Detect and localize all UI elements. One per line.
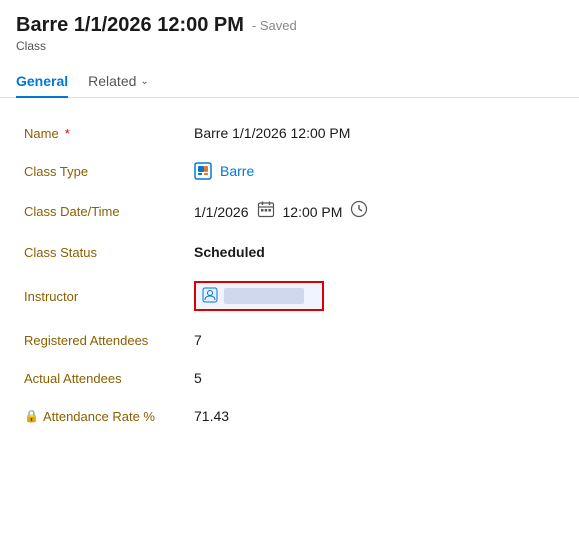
registered-attendees-row: Registered Attendees 7 [24, 321, 555, 359]
lock-icon: 🔒 [24, 409, 39, 423]
tab-general[interactable]: General [16, 65, 68, 97]
name-text: Barre 1/1/2026 12:00 PM [194, 125, 350, 141]
class-status-label: Class Status [24, 245, 194, 260]
tab-related[interactable]: Related ⌄ [88, 65, 149, 97]
page-title: Barre 1/1/2026 12:00 PM - Saved [16, 14, 563, 37]
class-status-row: Class Status Scheduled [24, 233, 555, 271]
name-label: Name * [24, 126, 194, 141]
chevron-down-icon: ⌄ [140, 76, 148, 87]
attendance-rate-row: 🔒 Attendance Rate % 71.43 [24, 397, 555, 435]
class-status-text: Scheduled [194, 244, 265, 260]
instructor-row: Instructor [24, 271, 555, 321]
lookup-icon [202, 287, 220, 305]
class-type-row: Class Type Barre [24, 152, 555, 190]
class-type-value: Barre [194, 162, 555, 180]
date-text: 1/1/2026 [194, 204, 249, 220]
actual-attendees-value: 5 [194, 370, 555, 386]
tab-general-label: General [16, 73, 68, 89]
attendance-rate-label: 🔒 Attendance Rate % [24, 409, 194, 424]
clock-icon[interactable] [350, 200, 368, 223]
class-type-label: Class Type [24, 164, 194, 179]
registered-attendees-label: Registered Attendees [24, 333, 194, 348]
name-row: Name * Barre 1/1/2026 12:00 PM [24, 114, 555, 152]
page-header: Barre 1/1/2026 12:00 PM - Saved Class [0, 0, 579, 57]
required-indicator: * [65, 126, 70, 141]
registered-attendees-value: 7 [194, 332, 555, 348]
title-text: Barre 1/1/2026 12:00 PM [16, 14, 244, 37]
form-area: Name * Barre 1/1/2026 12:00 PM Class Typ… [0, 98, 579, 451]
class-datetime-value: 1/1/2026 12:00 PM [194, 200, 555, 223]
attendance-rate-value: 71.43 [194, 408, 555, 424]
record-type: Class [16, 39, 563, 53]
instructor-placeholder [224, 288, 304, 304]
class-type-text: Barre [220, 163, 254, 179]
class-status-value: Scheduled [194, 244, 555, 260]
actual-attendees-label: Actual Attendees [24, 371, 194, 386]
class-datetime-row: Class Date/Time 1/1/2026 12:00 PM [24, 190, 555, 233]
class-type-icon [194, 162, 212, 180]
attendance-rate-text: 71.43 [194, 408, 229, 424]
actual-attendees-text: 5 [194, 370, 202, 386]
instructor-label: Instructor [24, 289, 194, 304]
tab-related-label: Related [88, 73, 136, 89]
tab-bar: General Related ⌄ [0, 65, 579, 98]
calendar-icon[interactable] [257, 200, 275, 223]
actual-attendees-row: Actual Attendees 5 [24, 359, 555, 397]
name-value: Barre 1/1/2026 12:00 PM [194, 125, 555, 141]
instructor-field[interactable] [194, 281, 324, 311]
saved-badge: - Saved [252, 18, 297, 33]
registered-attendees-text: 7 [194, 332, 202, 348]
instructor-value [194, 281, 555, 311]
class-datetime-label: Class Date/Time [24, 204, 194, 219]
time-text: 12:00 PM [283, 204, 343, 220]
